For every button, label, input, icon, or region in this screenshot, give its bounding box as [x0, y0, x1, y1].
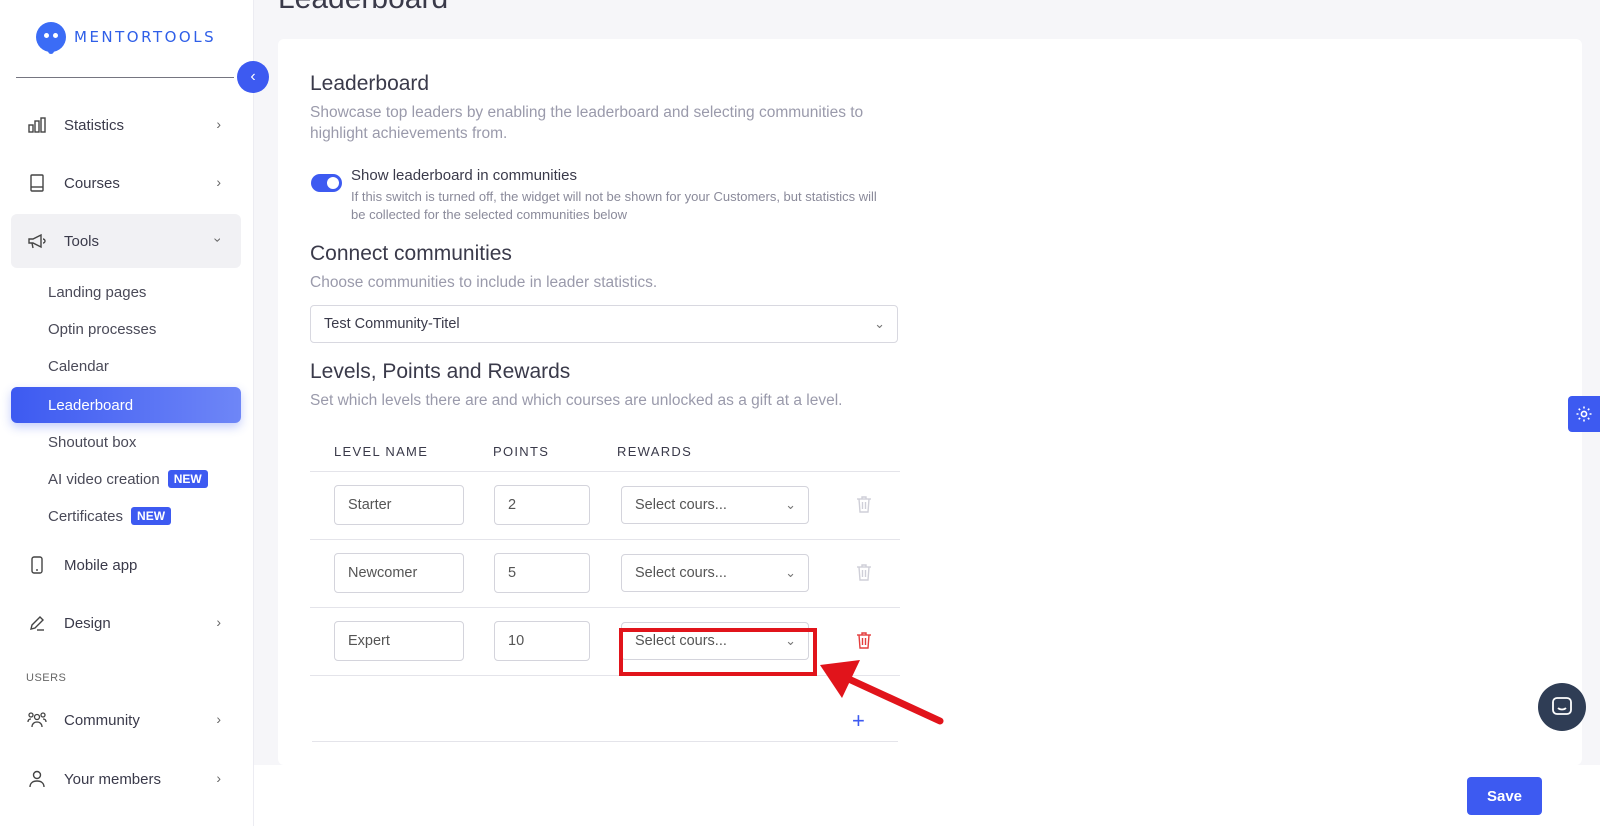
level-name-value: Starter [348, 497, 392, 513]
sidebar-item-mobile-app[interactable]: Mobile app [11, 538, 241, 592]
row-divider [310, 607, 900, 608]
bar-chart-icon [27, 115, 47, 135]
chevron-right-icon: › [216, 711, 221, 727]
megaphone-icon [27, 231, 47, 251]
leaderboard-heading: Leaderboard [310, 72, 430, 95]
sidebar-subitem-certificates[interactable]: Certificates NEW [11, 498, 241, 534]
column-header-level-name: LEVEL NAME [334, 444, 429, 459]
trash-icon[interactable] [856, 495, 874, 515]
pencil-edit-icon [27, 613, 47, 633]
connect-communities-heading: Connect communities [310, 242, 512, 265]
sidebar-subitem-calendar[interactable]: Calendar [11, 348, 241, 384]
sidebar-item-label: Statistics [64, 116, 125, 134]
chevron-right-icon: › [216, 174, 221, 190]
chat-bubble-icon [1552, 697, 1572, 715]
gear-icon [1576, 406, 1592, 422]
sidebar-item-label: Courses [64, 174, 120, 192]
toggle-label: Show leaderboard in communities [351, 167, 577, 184]
row-divider [310, 539, 900, 540]
sidebar-item-community[interactable]: Community › [11, 693, 241, 747]
chevron-down-icon: ⌄ [785, 497, 796, 512]
logo[interactable]: MENTORTOOLS [36, 22, 217, 54]
sidebar-item-label: Tools [64, 232, 100, 250]
leaderboard-description: Showcase top leaders by enabling the lea… [310, 104, 864, 142]
connect-communities-description: Choose communities to include in leader … [310, 274, 658, 291]
sidebar-divider [16, 77, 234, 78]
column-header-points: POINTS [493, 444, 550, 459]
row-divider [310, 471, 900, 472]
sidebar-subitem-ai-video-creation[interactable]: AI video creation NEW [11, 461, 241, 497]
page-title: Leaderboard [278, 0, 448, 16]
subitem-label: Landing pages [48, 283, 147, 301]
subitem-label: Certificates [48, 507, 124, 525]
community-group-icon [27, 710, 47, 730]
subitem-label: AI video creation [48, 470, 160, 488]
chevron-down-icon: › [210, 237, 227, 243]
level-name-input[interactable]: Starter [334, 485, 464, 525]
subitem-label: Shoutout box [48, 433, 137, 451]
section-label-users: USERS [26, 672, 67, 684]
points-input[interactable]: 2 [494, 485, 590, 525]
row-divider [312, 741, 898, 742]
logo-text: MENTORTOOLS [74, 28, 217, 46]
new-badge: NEW [167, 470, 208, 488]
sidebar-subitem-leaderboard[interactable]: Leaderboard [11, 387, 241, 423]
levels-description: Set which levels there are and which cou… [310, 392, 843, 409]
subitem-label: Calendar [48, 357, 109, 375]
annotation-arrow-icon [820, 660, 944, 725]
levels-heading: Levels, Points and Rewards [310, 360, 571, 383]
show-leaderboard-toggle[interactable] [311, 174, 342, 192]
chevron-right-icon: › [216, 770, 221, 786]
toggle-help-text: If this switch is turned off, the widget… [351, 189, 877, 222]
sidebar-item-label: Community [64, 711, 140, 729]
reward-course-select[interactable]: Select cours... ⌄ [621, 486, 809, 524]
chevron-right-icon: › [216, 116, 221, 132]
mentortools-logo-icon [36, 22, 66, 54]
column-header-rewards: REWARDS [617, 444, 693, 459]
sidebar: MENTORTOOLS Statistics › Courses › Tools… [0, 0, 254, 826]
points-value: 10 [508, 633, 525, 649]
settings-tab-button[interactable] [1568, 396, 1600, 432]
community-select[interactable]: Test Community-Titel ⌄ [310, 305, 898, 343]
book-icon [27, 173, 47, 193]
chevron-left-icon: ‹ [250, 68, 256, 85]
points-value: 2 [508, 497, 517, 513]
sidebar-item-label: Your members [64, 770, 161, 788]
trash-icon[interactable] [856, 563, 874, 583]
chat-support-button[interactable] [1538, 683, 1586, 731]
sidebar-subitem-landing-pages[interactable]: Landing pages [11, 274, 241, 310]
community-select-value: Test Community-Titel [324, 316, 460, 332]
level-name-value: Expert [348, 633, 390, 649]
level-name-input[interactable]: Expert [334, 621, 464, 661]
new-badge: NEW [131, 507, 172, 525]
mobile-phone-icon [27, 555, 47, 575]
points-input[interactable]: 10 [494, 621, 590, 661]
chevron-down-icon: ⌄ [785, 565, 796, 580]
sidebar-item-statistics[interactable]: Statistics › [11, 98, 241, 152]
sidebar-item-tools[interactable]: Tools › [11, 214, 241, 268]
reward-course-select[interactable]: Select cours... ⌄ [621, 554, 809, 592]
chevron-down-icon: ⌄ [874, 316, 885, 331]
footer-bar [254, 765, 1600, 826]
subitem-label: Leaderboard [48, 396, 134, 414]
sidebar-item-label: Mobile app [64, 556, 138, 574]
level-name-input[interactable]: Newcomer [334, 553, 464, 593]
sidebar-item-label: Design [64, 614, 111, 632]
sidebar-item-design[interactable]: Design › [11, 596, 241, 650]
sidebar-collapse-button[interactable]: ‹ [237, 61, 269, 93]
level-name-value: Newcomer [348, 565, 418, 581]
reward-select-value: Select cours... [635, 565, 727, 581]
chevron-right-icon: › [216, 614, 221, 630]
user-icon [27, 769, 47, 789]
subitem-label: Optin processes [48, 320, 157, 338]
highlight-box [619, 628, 817, 676]
points-value: 5 [508, 565, 517, 581]
save-button[interactable]: Save [1467, 777, 1542, 815]
sidebar-subitem-shoutout-box[interactable]: Shoutout box [11, 424, 241, 460]
points-input[interactable]: 5 [494, 553, 590, 593]
sidebar-item-your-members[interactable]: Your members › [11, 752, 241, 806]
reward-select-value: Select cours... [635, 497, 727, 513]
sidebar-item-courses[interactable]: Courses › [11, 156, 241, 210]
sidebar-subitem-optin-processes[interactable]: Optin processes [11, 311, 241, 347]
